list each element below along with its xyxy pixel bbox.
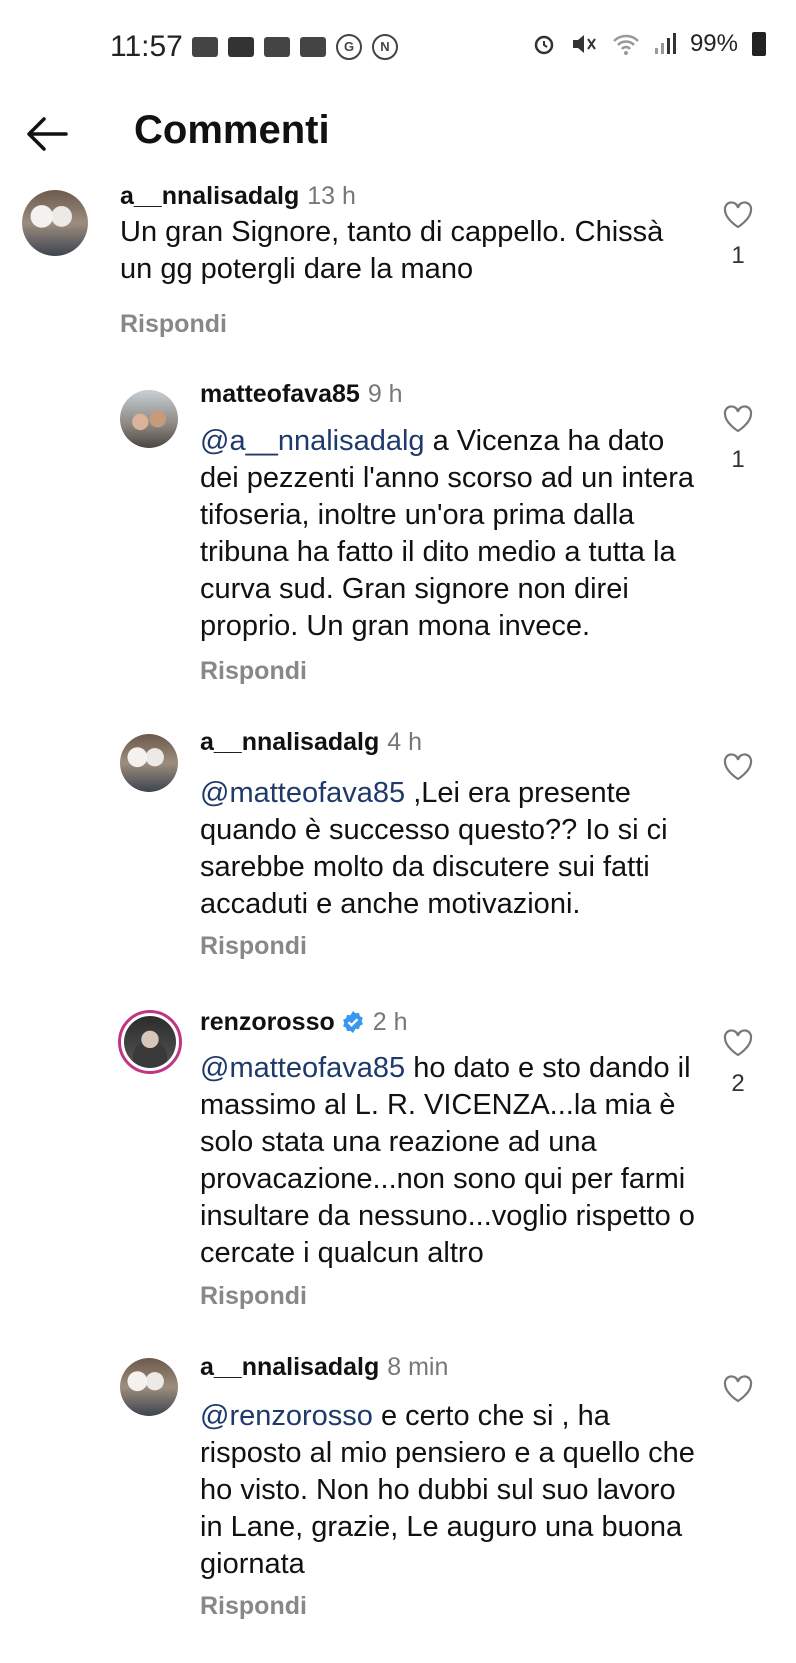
reply-button[interactable]: Rispondi xyxy=(200,1592,307,1621)
comment-text: Un gran Signore, tanto di cappello. Chis… xyxy=(120,216,664,285)
avatar[interactable] xyxy=(120,390,178,448)
arrow-left-icon[interactable] xyxy=(22,114,72,154)
comment-header: a__nnalisadalg 4 h xyxy=(200,728,422,757)
app-notification-icon xyxy=(300,37,326,57)
verified-badge-icon xyxy=(342,1011,363,1033)
username[interactable]: a__nnalisadalg xyxy=(200,1353,379,1381)
avatar[interactable] xyxy=(120,1358,178,1416)
comment-header: renzorosso 2 h xyxy=(200,1008,408,1037)
mention-link[interactable]: @matteofava85 xyxy=(200,777,405,809)
username[interactable]: a__nnalisadalg xyxy=(200,728,379,756)
g-circle-icon: G xyxy=(336,34,362,60)
app-notification-icon xyxy=(264,37,290,57)
youtube-icon xyxy=(228,37,254,57)
app-notification-icon xyxy=(192,37,218,57)
heart-icon[interactable] xyxy=(722,1028,754,1058)
reply-button[interactable]: Rispondi xyxy=(120,310,227,339)
comment-header: a__nnalisadalg 13 h xyxy=(120,182,356,211)
reply-button[interactable]: Rispondi xyxy=(200,657,307,686)
alarm-icon xyxy=(534,35,554,55)
like-count: 2 xyxy=(731,1070,745,1097)
heart-icon[interactable] xyxy=(722,404,754,434)
comment-time: 4 h xyxy=(387,728,423,756)
comment-text: @a__nnalisadalg a Vicenza ha dato dei pe… xyxy=(200,425,695,642)
like-count: 1 xyxy=(731,446,745,473)
n-circle-icon: N xyxy=(372,34,398,60)
header: Commenti xyxy=(0,100,796,170)
comment-time: 8 min xyxy=(387,1353,449,1381)
reply-button[interactable]: Rispondi xyxy=(200,1282,307,1311)
battery-icon xyxy=(752,32,766,56)
status-time: 11:57 xyxy=(110,30,183,63)
username[interactable]: a__nnalisadalg xyxy=(120,182,299,210)
reply-button[interactable]: Rispondi xyxy=(200,932,307,961)
username[interactable]: renzorosso xyxy=(200,1008,335,1036)
notification-icons: G N xyxy=(192,34,398,60)
avatar[interactable] xyxy=(120,734,178,792)
page-title: Commenti xyxy=(134,108,330,152)
mention-link[interactable]: @a__nnalisadalg xyxy=(200,425,425,457)
comment-text: @matteofava85 ,Lei era presente quando è… xyxy=(200,777,668,920)
comment-text: @renzorosso e certo che si , ha risposto… xyxy=(200,1400,695,1580)
avatar[interactable] xyxy=(22,190,88,256)
system-icons: 99% xyxy=(532,30,766,58)
comment-text: @matteofava85 ho dato e sto dando il mas… xyxy=(200,1052,695,1269)
heart-icon[interactable] xyxy=(722,752,754,782)
wifi-icon xyxy=(613,34,639,55)
comment-header: matteofava85 9 h xyxy=(200,380,403,409)
mention-link[interactable]: @matteofava85 xyxy=(200,1052,405,1084)
heart-icon[interactable] xyxy=(722,200,754,230)
like-count: 1 xyxy=(731,242,745,269)
heart-icon[interactable] xyxy=(722,1374,754,1404)
username[interactable]: matteofava85 xyxy=(200,380,360,408)
comment-time: 13 h xyxy=(307,182,356,210)
comment-time: 9 h xyxy=(367,380,403,408)
comment-header: a__nnalisadalg 8 min xyxy=(200,1353,448,1382)
status-bar: 11:57 G N 99% xyxy=(0,0,796,96)
battery-percent: 99% xyxy=(689,30,738,57)
comment-time: 2 h xyxy=(372,1008,408,1036)
mute-icon xyxy=(572,35,596,53)
mention-link[interactable]: @renzorosso xyxy=(200,1400,373,1432)
signal-icon xyxy=(654,33,676,54)
avatar[interactable] xyxy=(118,1010,182,1074)
